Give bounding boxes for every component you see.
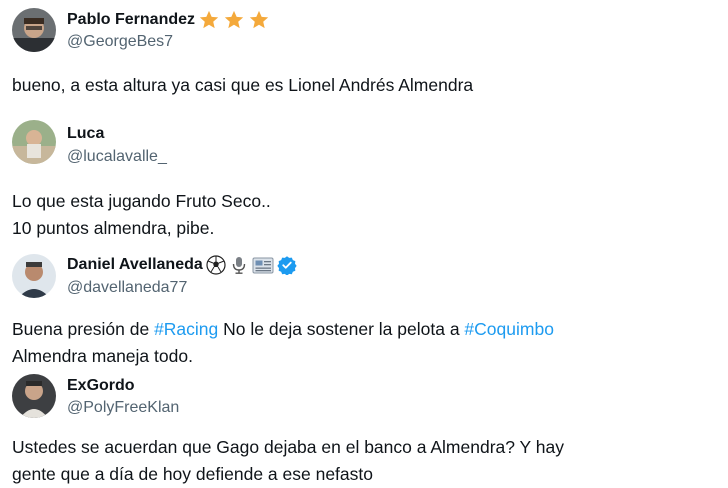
star-icon: [198, 9, 220, 31]
tweet-text-line: Almendra maneja todo.: [12, 346, 193, 366]
text-segment: Buena presión de: [12, 319, 155, 339]
star-icon: [223, 9, 245, 31]
avatar[interactable]: [12, 374, 56, 418]
text-segment: No le deja sostener la pelota a: [218, 319, 465, 339]
star-icon: [248, 9, 270, 31]
tweet-text-line: gente que a día de hoy defiende a ese ne…: [12, 464, 373, 484]
tweet-3: Daniel Avellaneda @davellaneda77 Buena p…: [0, 252, 728, 372]
display-name[interactable]: Pablo Fernandez: [67, 11, 195, 29]
hashtag-link[interactable]: #Racing: [154, 319, 218, 339]
tweet-text: bueno, a esta altura ya casi que es Lion…: [12, 72, 716, 99]
handle[interactable]: @lucalavalle_: [67, 148, 167, 166]
handle[interactable]: @GeorgeBes7: [67, 33, 173, 51]
avatar[interactable]: [12, 120, 56, 164]
tweet-text-line: Ustedes se acuerdan que Gago dejaba en e…: [12, 437, 564, 457]
display-name[interactable]: Luca: [67, 125, 104, 143]
tweet-4: ExGordo @PolyFreeKlan Ustedes se acuerda…: [0, 372, 728, 488]
handle[interactable]: @PolyFreeKlan: [67, 399, 179, 417]
hashtag-link[interactable]: #Coquimbo: [464, 319, 554, 339]
soccer-ball-icon: [206, 255, 226, 275]
avatar[interactable]: [12, 254, 56, 298]
tweet-text: Buena presión de #Racing No le deja sost…: [12, 316, 716, 370]
tweet-1: Pablo Fernandez @GeorgeBes7 bueno, a est…: [0, 0, 728, 112]
tweet-text-line: Lo que esta jugando Fruto Seco..: [12, 191, 271, 211]
verified-badge-icon: [277, 255, 297, 275]
tweet-2: Luca @lucalavalle_ Lo que esta jugando F…: [0, 112, 728, 252]
microphone-icon: [229, 255, 249, 275]
display-name[interactable]: Daniel Avellaneda: [67, 256, 203, 274]
tweet-text: Ustedes se acuerdan que Gago dejaba en e…: [12, 434, 716, 488]
tweet-text-line: 10 puntos almendra, pibe.: [12, 218, 215, 238]
avatar[interactable]: [12, 8, 56, 52]
handle[interactable]: @davellaneda77: [67, 279, 187, 297]
tweet-text-line: Buena presión de #Racing No le deja sost…: [12, 316, 716, 343]
tweet-text: Lo que esta jugando Fruto Seco.. 10 punt…: [12, 188, 716, 242]
display-name[interactable]: ExGordo: [67, 377, 135, 395]
newspaper-icon: [252, 255, 274, 275]
tweet-text-line: bueno, a esta altura ya casi que es Lion…: [12, 75, 474, 95]
